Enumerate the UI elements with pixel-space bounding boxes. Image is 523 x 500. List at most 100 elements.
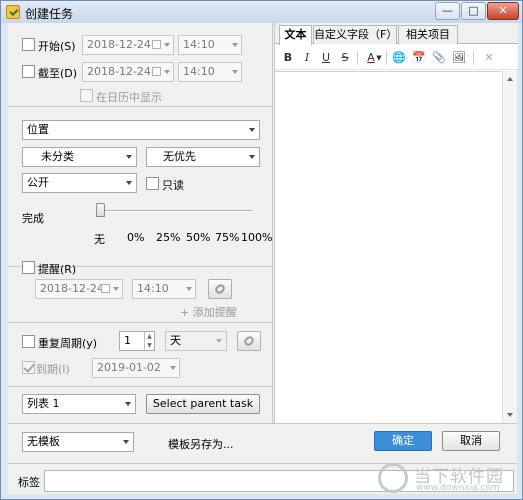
toolbar-separator <box>357 50 358 65</box>
add-reminder-link[interactable]: + 添加提醒 <box>180 304 237 320</box>
dates-section: 开始(S) 2018-12-24 14:10 截至(D) 2018-12-24 <box>8 23 273 107</box>
due-time-value: 14:10 <box>183 65 215 78</box>
toolbar-separator <box>473 50 474 65</box>
chevron-down-icon[interactable]: ▼ <box>145 341 154 350</box>
recurrence-until-date-field[interactable]: 2019-01-02 <box>92 358 180 378</box>
notes-editor-panel: 文本 自定义字段（F） 相关项目 B I U S A ▼ 🌐 📅 📎 🖼 ✕ <box>274 23 518 423</box>
readonly-checkbox[interactable] <box>146 177 159 190</box>
title-bar[interactable]: 创建任务 — □ ✕ <box>1 1 522 23</box>
link-icon <box>213 282 227 296</box>
watermark-url: www.downxia.com <box>416 483 500 493</box>
chevron-down-icon <box>232 43 238 47</box>
priority-value: 无优先 <box>163 150 196 163</box>
reminder-date-field[interactable]: 2018-12-24 <box>35 279 123 299</box>
template-select[interactable]: 无模板 <box>22 432 134 452</box>
list-select[interactable]: 列表 1 <box>22 394 136 414</box>
editor-scrollbar[interactable] <box>502 71 517 423</box>
progress-tick: 25% <box>156 231 181 244</box>
recurrence-unit-select[interactable]: 天 <box>165 331 227 351</box>
window-title: 创建任务 <box>25 7 74 21</box>
tags-label: 标签 <box>18 476 40 489</box>
tab-related-items[interactable]: 相关项目 <box>398 25 458 44</box>
reminder-date-value: 2018-12-24 <box>40 282 104 295</box>
start-time-value: 14:10 <box>183 38 215 51</box>
scroll-down-icon[interactable] <box>507 413 513 417</box>
close-button[interactable]: ✕ <box>487 2 519 20</box>
tab-text[interactable]: 文本 <box>279 25 312 45</box>
start-time-field[interactable]: 14:10 <box>178 35 242 55</box>
tab-custom-fields[interactable]: 自定义字段（F） <box>313 25 397 44</box>
progress-slider-thumb[interactable] <box>96 203 105 217</box>
chevron-up-icon[interactable]: ▲ <box>145 332 154 341</box>
start-checkbox[interactable] <box>22 38 35 51</box>
reminder-section: 提醒(R) 2018-12-24 14:10 + 添加提醒 <box>8 247 273 323</box>
recurrence-until-label: 到期(I) <box>36 363 70 376</box>
progress-tick: 100% <box>241 231 273 244</box>
save-template-link[interactable]: 模板另存为... <box>168 436 234 452</box>
progress-slider-track[interactable] <box>100 210 252 212</box>
select-parent-task-button[interactable]: Select parent task <box>146 394 260 414</box>
format-toolbar: B I U S A ▼ 🌐 📅 📎 🖼 ✕ <box>275 45 518 70</box>
chevron-down-icon <box>170 366 176 370</box>
ok-button[interactable]: 确定 <box>374 431 432 451</box>
location-select[interactable]: 位置 <box>22 120 260 140</box>
progress-tick: 50% <box>186 231 211 244</box>
calendar-icon <box>152 67 161 76</box>
recurrence-interval-value: 1 <box>124 334 131 347</box>
bold-icon[interactable]: B <box>280 50 296 66</box>
due-date-field[interactable]: 2018-12-24 <box>82 62 174 82</box>
editor-tabs: 文本 自定义字段（F） 相关项目 <box>275 23 518 45</box>
scroll-up-icon[interactable] <box>507 77 513 81</box>
priority-select[interactable]: 无优先 <box>146 147 260 167</box>
toolbar-separator <box>386 50 387 65</box>
due-date-value: 2018-12-24 <box>87 65 151 78</box>
reminder-time-value: 14:10 <box>137 282 169 295</box>
reminder-label: 提醒(R) <box>38 263 77 276</box>
strikethrough-icon[interactable]: S <box>337 50 353 66</box>
recurrence-checkbox[interactable] <box>22 335 35 348</box>
show-in-calendar-checkbox[interactable] <box>80 89 93 102</box>
maximize-button[interactable]: □ <box>461 2 486 20</box>
recurrence-interval-stepper[interactable]: 1 ▲ ▼ <box>119 331 155 351</box>
calendar-icon <box>152 40 161 49</box>
insert-image-icon[interactable]: 🖼 <box>451 50 467 66</box>
chevron-down-icon[interactable]: ▼ <box>375 50 383 66</box>
minimize-button[interactable]: — <box>435 2 460 20</box>
chevron-down-icon <box>164 43 170 47</box>
due-checkbox[interactable] <box>22 65 35 78</box>
insert-date-icon[interactable]: 📅 <box>411 50 427 66</box>
italic-icon[interactable]: I <box>299 50 315 66</box>
reminder-checkbox[interactable] <box>22 261 35 274</box>
category-select[interactable]: 未分类 <box>22 147 137 167</box>
visibility-value: 公开 <box>27 176 49 189</box>
start-label: 开始(S) <box>38 40 76 53</box>
attach-icon[interactable]: 📎 <box>431 50 447 66</box>
recurrence-unit-value: 天 <box>170 334 181 347</box>
stepper-buttons[interactable]: ▲ ▼ <box>144 332 154 350</box>
due-time-field[interactable]: 14:10 <box>178 62 242 82</box>
chevron-down-icon <box>216 339 222 343</box>
reminder-options-button[interactable] <box>208 279 232 299</box>
notes-text-area[interactable] <box>275 71 503 423</box>
chevron-down-icon <box>249 155 255 159</box>
task-dialog-window: 创建任务 — □ ✕ 开始(S) 2018-12-24 14:10 截至(D) … <box>0 0 523 500</box>
link-icon[interactable]: 🌐 <box>391 50 407 66</box>
chevron-down-icon <box>125 402 131 406</box>
chevron-down-icon <box>249 128 255 132</box>
recurrence-until-checkbox[interactable] <box>22 361 35 374</box>
chevron-down-icon <box>126 155 132 159</box>
recurrence-options-button[interactable] <box>237 331 261 351</box>
calendar-icon <box>101 284 110 293</box>
chevron-down-icon <box>164 70 170 74</box>
start-date-field[interactable]: 2018-12-24 <box>82 35 174 55</box>
start-date-value: 2018-12-24 <box>87 38 151 51</box>
cancel-button[interactable]: 取消 <box>442 431 500 451</box>
underline-icon[interactable]: U <box>318 50 334 66</box>
reminder-time-field[interactable]: 14:10 <box>132 279 196 299</box>
chevron-down-icon <box>126 181 132 185</box>
clear-icon[interactable]: ✕ <box>481 50 497 66</box>
chevron-down-icon <box>186 287 192 291</box>
visibility-select[interactable]: 公开 <box>22 173 137 193</box>
recurrence-until-date-value: 2019-01-02 <box>97 361 161 374</box>
task-properties-panel: 开始(S) 2018-12-24 14:10 截至(D) 2018-12-24 <box>8 23 273 423</box>
